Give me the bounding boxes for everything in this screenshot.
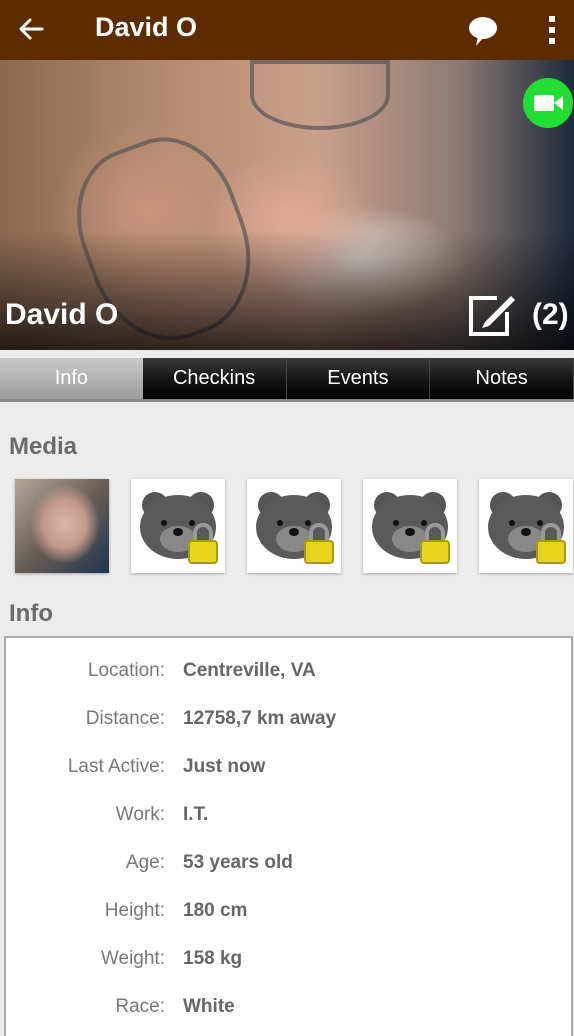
media-heading: Media bbox=[9, 433, 78, 460]
info-row-height: Height: 180 cm bbox=[6, 900, 571, 930]
info-label: Weight: bbox=[100, 948, 165, 969]
locked-bear-icon bbox=[488, 492, 566, 564]
info-row-weight: Weight: 158 kg bbox=[6, 948, 571, 978]
video-call-icon[interactable] bbox=[523, 78, 573, 128]
profile-name: David O bbox=[5, 298, 119, 331]
edit-count: (2) bbox=[532, 298, 569, 331]
arrow-left-icon[interactable] bbox=[16, 14, 46, 44]
info-label: Last Active: bbox=[67, 756, 165, 777]
tab-bar: Info Checkins Events Notes bbox=[0, 358, 574, 402]
page-title: David O bbox=[95, 12, 198, 42]
info-card: Location: Centreville, VA Distance: 1275… bbox=[4, 636, 573, 1036]
info-heading: Info bbox=[9, 600, 53, 627]
info-row-location: Location: Centreville, VA bbox=[6, 660, 571, 690]
photo-detail bbox=[250, 60, 390, 130]
tab-events[interactable]: Events bbox=[286, 358, 431, 399]
profile-photo[interactable]: David O (2) bbox=[0, 60, 574, 350]
info-row-race: Race: White bbox=[6, 996, 571, 1026]
info-row-age: Age: 53 years old bbox=[6, 852, 571, 882]
info-value: 12758,7 km away bbox=[183, 708, 337, 729]
tab-checkins[interactable]: Checkins bbox=[142, 358, 287, 399]
app-bar: David O bbox=[0, 0, 574, 60]
tab-info[interactable]: Info bbox=[0, 358, 143, 399]
edit-note-icon[interactable] bbox=[467, 292, 519, 338]
private-photo[interactable] bbox=[363, 479, 457, 573]
info-value: Just now bbox=[183, 756, 266, 777]
private-photo[interactable] bbox=[247, 479, 341, 573]
chat-bubble-icon[interactable] bbox=[466, 14, 500, 48]
more-vert-icon[interactable] bbox=[540, 14, 564, 46]
tab-notes[interactable]: Notes bbox=[430, 358, 574, 399]
info-label: Height: bbox=[104, 900, 165, 921]
info-value: Centreville, VA bbox=[183, 660, 316, 681]
locked-bear-icon bbox=[256, 492, 334, 564]
locked-bear-icon bbox=[140, 492, 218, 564]
info-row-work: Work: I.T. bbox=[6, 804, 571, 834]
info-label: Race: bbox=[115, 996, 165, 1017]
info-value: 180 cm bbox=[183, 900, 248, 921]
private-photo[interactable] bbox=[479, 479, 573, 573]
info-label: Age: bbox=[125, 852, 165, 873]
info-value: 53 years old bbox=[183, 852, 293, 873]
media-gallery bbox=[15, 479, 573, 573]
info-label: Distance: bbox=[85, 708, 165, 729]
info-value: 158 kg bbox=[183, 948, 243, 969]
private-photo[interactable] bbox=[131, 479, 225, 573]
info-label: Location: bbox=[87, 660, 165, 681]
info-row-last-active: Last Active: Just now bbox=[6, 756, 571, 786]
media-photo[interactable] bbox=[15, 479, 109, 573]
locked-bear-icon bbox=[372, 492, 450, 564]
info-row-distance: Distance: 12758,7 km away bbox=[6, 708, 571, 738]
info-value: I.T. bbox=[183, 804, 209, 825]
info-value: White bbox=[183, 996, 235, 1017]
info-label: Work: bbox=[115, 804, 165, 825]
